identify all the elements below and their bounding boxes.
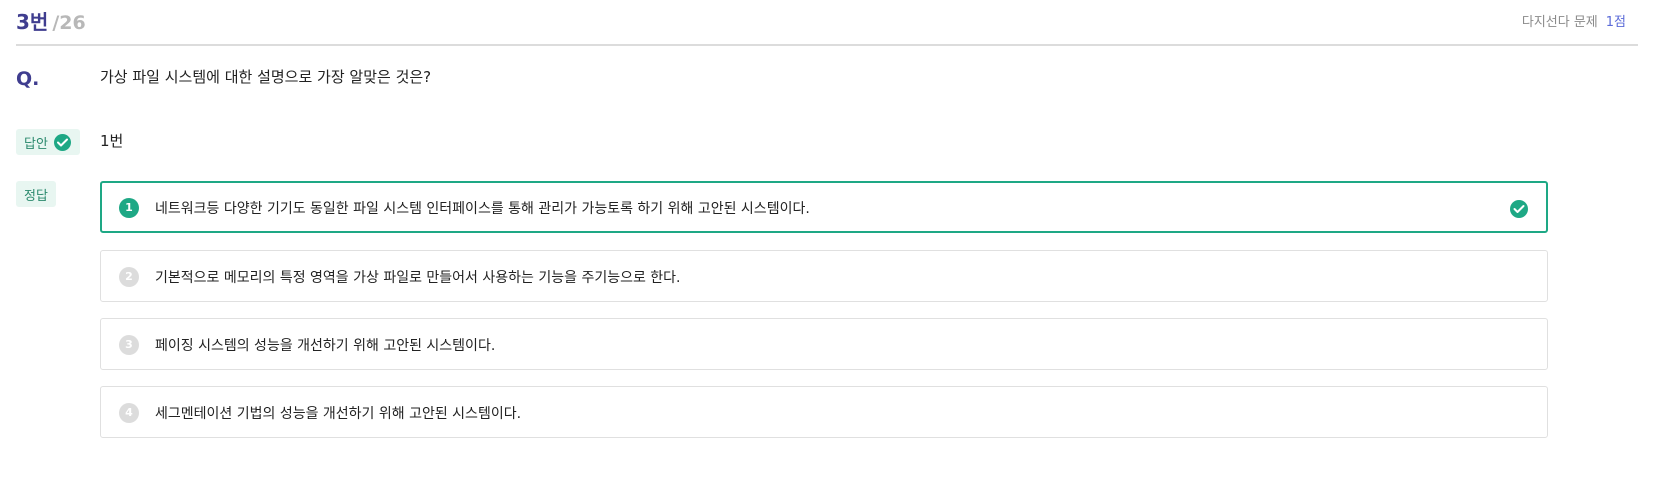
question-number-value: 3번 [16,10,49,34]
option-3[interactable]: 3 페이징 시스템의 성능을 개선하기 위해 고안된 시스템이다. [100,318,1548,370]
correct-badge-label: 정답 [24,188,48,204]
answer-badge-label: 답안 [24,136,48,152]
option-1[interactable]: 1 네트워크등 다양한 기기도 동일한 파일 시스템 인터페이스를 통해 관리가… [100,181,1548,233]
question-number: 3번/26 [16,6,86,35]
option-text: 페이징 시스템의 성능을 개선하기 위해 고안된 시스템이다. [155,338,496,354]
question-type: 다지선다 문제 [1521,15,1598,30]
question-label: Q. [16,68,40,90]
question-header: 3번/26 다지선다 문제 1점 [16,0,1638,46]
option-number: 3 [119,335,139,355]
submitted-answer: 1번 [100,132,124,150]
answer-badge: 답안 [16,129,80,155]
question-points: 1점 [1605,15,1626,30]
option-text: 세그멘테이션 기법의 성능을 개선하기 위해 고안된 시스템이다. [155,406,522,422]
question-text: 가상 파일 시스템에 대한 설명으로 가장 알맞은 것은? [100,68,432,86]
question-meta: 다지선다 문제 1점 [1522,11,1626,30]
option-number: 4 [119,403,139,423]
option-number: 1 [119,198,139,218]
check-circle-icon [53,133,71,151]
correct-badge: 정답 [16,181,56,207]
check-circle-icon [1510,200,1528,218]
option-text: 네트워크등 다양한 기기도 동일한 파일 시스템 인터페이스를 통해 관리가 가… [155,201,810,217]
option-number: 2 [119,267,139,287]
option-4[interactable]: 4 세그멘테이션 기법의 성능을 개선하기 위해 고안된 시스템이다. [100,386,1548,438]
option-text: 기본적으로 메모리의 특정 영역을 가상 파일로 만들어서 사용하는 기능을 주… [155,270,681,286]
option-2[interactable]: 2 기본적으로 메모리의 특정 영역을 가상 파일로 만들어서 사용하는 기능을… [100,250,1548,302]
quiz-result-page: 3번/26 다지선다 문제 1점 Q. 가상 파일 시스템에 대한 설명으로 가장… [0,0,1653,480]
question-total: /26 [52,12,86,34]
